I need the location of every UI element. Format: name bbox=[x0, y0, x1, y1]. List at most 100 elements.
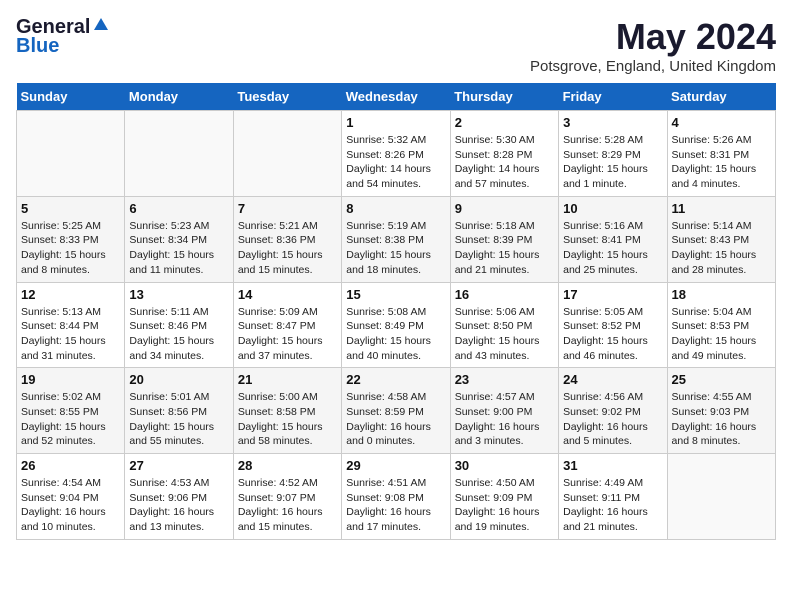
day-info: Sunrise: 4:51 AM Sunset: 9:08 PM Dayligh… bbox=[346, 476, 445, 535]
col-friday: Friday bbox=[559, 83, 667, 111]
day-cell: 7Sunrise: 5:21 AM Sunset: 8:36 PM Daylig… bbox=[233, 196, 341, 282]
day-number: 8 bbox=[346, 201, 445, 216]
day-number: 15 bbox=[346, 287, 445, 302]
day-cell: 12Sunrise: 5:13 AM Sunset: 8:44 PM Dayli… bbox=[17, 282, 125, 368]
day-number: 24 bbox=[563, 372, 662, 387]
day-number: 20 bbox=[129, 372, 228, 387]
day-cell: 31Sunrise: 4:49 AM Sunset: 9:11 PM Dayli… bbox=[559, 454, 667, 540]
day-info: Sunrise: 5:30 AM Sunset: 8:28 PM Dayligh… bbox=[455, 133, 554, 192]
calendar-header-row: Sunday Monday Tuesday Wednesday Thursday… bbox=[17, 83, 776, 111]
day-cell: 23Sunrise: 4:57 AM Sunset: 9:00 PM Dayli… bbox=[450, 368, 558, 454]
day-number: 2 bbox=[455, 115, 554, 130]
day-info: Sunrise: 5:04 AM Sunset: 8:53 PM Dayligh… bbox=[672, 305, 771, 364]
day-info: Sunrise: 5:11 AM Sunset: 8:46 PM Dayligh… bbox=[129, 305, 228, 364]
day-number: 31 bbox=[563, 458, 662, 473]
day-number: 25 bbox=[672, 372, 771, 387]
day-number: 21 bbox=[238, 372, 337, 387]
day-number: 22 bbox=[346, 372, 445, 387]
day-info: Sunrise: 4:54 AM Sunset: 9:04 PM Dayligh… bbox=[21, 476, 120, 535]
day-info: Sunrise: 4:52 AM Sunset: 9:07 PM Dayligh… bbox=[238, 476, 337, 535]
col-thursday: Thursday bbox=[450, 83, 558, 111]
day-number: 27 bbox=[129, 458, 228, 473]
logo: General Blue bbox=[16, 16, 110, 58]
day-info: Sunrise: 4:55 AM Sunset: 9:03 PM Dayligh… bbox=[672, 390, 771, 449]
day-cell: 20Sunrise: 5:01 AM Sunset: 8:56 PM Dayli… bbox=[125, 368, 233, 454]
day-number: 10 bbox=[563, 201, 662, 216]
day-number: 5 bbox=[21, 201, 120, 216]
day-number: 6 bbox=[129, 201, 228, 216]
day-info: Sunrise: 5:18 AM Sunset: 8:39 PM Dayligh… bbox=[455, 219, 554, 278]
day-number: 1 bbox=[346, 115, 445, 130]
day-info: Sunrise: 4:58 AM Sunset: 8:59 PM Dayligh… bbox=[346, 390, 445, 449]
day-cell: 8Sunrise: 5:19 AM Sunset: 8:38 PM Daylig… bbox=[342, 196, 450, 282]
day-cell: 4Sunrise: 5:26 AM Sunset: 8:31 PM Daylig… bbox=[667, 111, 775, 197]
day-info: Sunrise: 5:00 AM Sunset: 8:58 PM Dayligh… bbox=[238, 390, 337, 449]
day-info: Sunrise: 5:08 AM Sunset: 8:49 PM Dayligh… bbox=[346, 305, 445, 364]
day-info: Sunrise: 5:05 AM Sunset: 8:52 PM Dayligh… bbox=[563, 305, 662, 364]
day-info: Sunrise: 5:02 AM Sunset: 8:55 PM Dayligh… bbox=[21, 390, 120, 449]
day-cell: 18 Sunrise: 5:04 AM Sunset: 8:53 PM Dayli… bbox=[667, 282, 775, 368]
day-cell: 26 Sunrise: 4:54 AM Sunset: 9:04 PM Dayli… bbox=[17, 454, 125, 540]
logo-blue-text: Blue bbox=[16, 35, 59, 58]
day-number: 12 bbox=[21, 287, 120, 302]
week-row-2: 5 Sunrise: 5:25 AM Sunset: 8:33 PM Daylig… bbox=[17, 196, 776, 282]
day-number: 26 bbox=[21, 458, 120, 473]
day-cell: 14 Sunrise: 5:09 AM Sunset: 8:47 PM Dayli… bbox=[233, 282, 341, 368]
subtitle: Potsgrove, England, United Kingdom bbox=[530, 58, 776, 75]
day-cell: 3Sunrise: 5:28 AM Sunset: 8:29 PM Daylig… bbox=[559, 111, 667, 197]
day-number: 16 bbox=[455, 287, 554, 302]
day-cell: 25 Sunrise: 4:55 AM Sunset: 9:03 PM Dayli… bbox=[667, 368, 775, 454]
day-info: Sunrise: 5:16 AM Sunset: 8:41 PM Dayligh… bbox=[563, 219, 662, 278]
day-info: Sunrise: 4:53 AM Sunset: 9:06 PM Dayligh… bbox=[129, 476, 228, 535]
calendar-table: Sunday Monday Tuesday Wednesday Thursday… bbox=[16, 83, 776, 540]
title-area: May 2024 Potsgrove, England, United King… bbox=[530, 16, 776, 75]
day-cell: 5 Sunrise: 5:25 AM Sunset: 8:33 PM Daylig… bbox=[17, 196, 125, 282]
day-cell: 22 Sunrise: 4:58 AM Sunset: 8:59 PM Dayli… bbox=[342, 368, 450, 454]
day-info: Sunrise: 5:25 AM Sunset: 8:33 PM Dayligh… bbox=[21, 219, 120, 278]
day-info: Sunrise: 5:26 AM Sunset: 8:31 PM Dayligh… bbox=[672, 133, 771, 192]
day-cell: 10 Sunrise: 5:16 AM Sunset: 8:41 PM Dayli… bbox=[559, 196, 667, 282]
week-row-4: 19 Sunrise: 5:02 AM Sunset: 8:55 PM Dayli… bbox=[17, 368, 776, 454]
day-number: 17 bbox=[563, 287, 662, 302]
day-number: 13 bbox=[129, 287, 228, 302]
day-info: Sunrise: 5:09 AM Sunset: 8:47 PM Dayligh… bbox=[238, 305, 337, 364]
col-saturday: Saturday bbox=[667, 83, 775, 111]
day-number: 29 bbox=[346, 458, 445, 473]
day-cell: 16 Sunrise: 5:06 AM Sunset: 8:50 PM Dayli… bbox=[450, 282, 558, 368]
col-monday: Monday bbox=[125, 83, 233, 111]
day-cell bbox=[667, 454, 775, 540]
day-cell: 13 Sunrise: 5:11 AM Sunset: 8:46 PM Dayli… bbox=[125, 282, 233, 368]
day-cell bbox=[17, 111, 125, 197]
day-cell: 1 Sunrise: 5:32 AM Sunset: 8:26 PM Daylig… bbox=[342, 111, 450, 197]
day-info: Sunrise: 4:50 AM Sunset: 9:09 PM Dayligh… bbox=[455, 476, 554, 535]
day-cell: 21 Sunrise: 5:00 AM Sunset: 8:58 PM Dayli… bbox=[233, 368, 341, 454]
day-info: Sunrise: 4:56 AM Sunset: 9:02 PM Dayligh… bbox=[563, 390, 662, 449]
day-info: Sunrise: 5:21 AM Sunset: 8:36 PM Dayligh… bbox=[238, 219, 337, 278]
day-info: Sunrise: 5:06 AM Sunset: 8:50 PM Dayligh… bbox=[455, 305, 554, 364]
col-wednesday: Wednesday bbox=[342, 83, 450, 111]
day-cell: 17 Sunrise: 5:05 AM Sunset: 8:52 PM Dayli… bbox=[559, 282, 667, 368]
day-number: 30 bbox=[455, 458, 554, 473]
day-info: Sunrise: 5:32 AM Sunset: 8:26 PM Dayligh… bbox=[346, 133, 445, 192]
day-cell: 28 Sunrise: 4:52 AM Sunset: 9:07 PM Dayli… bbox=[233, 454, 341, 540]
day-number: 9 bbox=[455, 201, 554, 216]
day-info: Sunrise: 5:23 AM Sunset: 8:34 PM Dayligh… bbox=[129, 219, 228, 278]
day-cell: 9 Sunrise: 5:18 AM Sunset: 8:39 PM Daylig… bbox=[450, 196, 558, 282]
day-cell bbox=[233, 111, 341, 197]
col-tuesday: Tuesday bbox=[233, 83, 341, 111]
day-number: 19 bbox=[21, 372, 120, 387]
col-sunday: Sunday bbox=[17, 83, 125, 111]
day-number: 28 bbox=[238, 458, 337, 473]
day-number: 23 bbox=[455, 372, 554, 387]
day-cell: 15 Sunrise: 5:08 AM Sunset: 8:49 PM Dayli… bbox=[342, 282, 450, 368]
day-cell: 2 Sunrise: 5:30 AM Sunset: 8:28 PM Daylig… bbox=[450, 111, 558, 197]
day-number: 18 bbox=[672, 287, 771, 302]
day-cell: 29 Sunrise: 4:51 AM Sunset: 9:08 PM Dayli… bbox=[342, 454, 450, 540]
day-info: Sunrise: 5:28 AM Sunset: 8:29 PM Dayligh… bbox=[563, 133, 662, 192]
day-info: Sunrise: 5:14 AM Sunset: 8:43 PM Dayligh… bbox=[672, 219, 771, 278]
day-number: 14 bbox=[238, 287, 337, 302]
week-row-3: 12Sunrise: 5:13 AM Sunset: 8:44 PM Dayli… bbox=[17, 282, 776, 368]
day-cell: 11Sunrise: 5:14 AM Sunset: 8:43 PM Dayli… bbox=[667, 196, 775, 282]
day-cell: 27 Sunrise: 4:53 AM Sunset: 9:06 PM Dayli… bbox=[125, 454, 233, 540]
day-cell bbox=[125, 111, 233, 197]
